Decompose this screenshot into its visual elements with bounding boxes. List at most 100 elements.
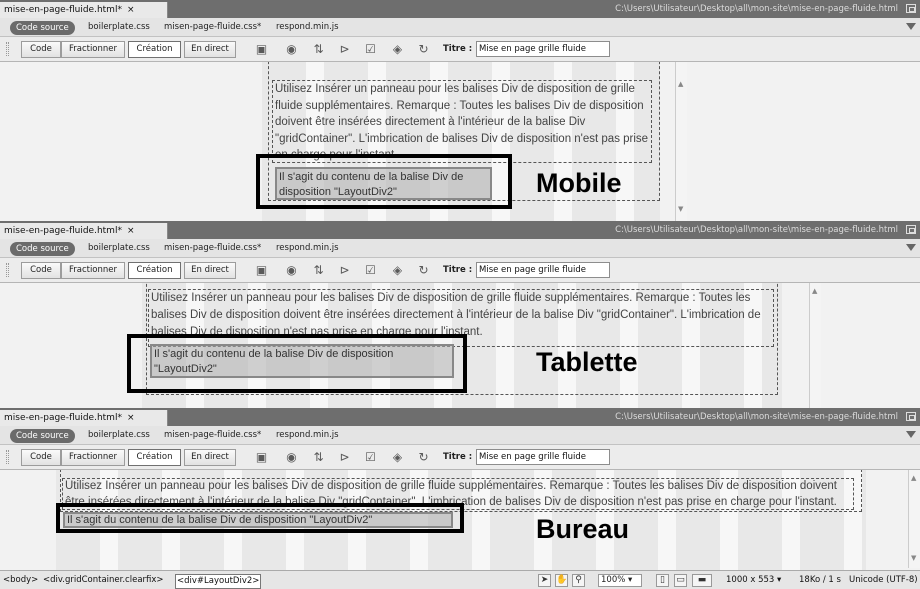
layout-div-1[interactable]: Utilisez Insérer un panneau pour les bal…	[272, 80, 652, 163]
live-view-icon[interactable]: ◉	[284, 263, 299, 278]
document-toolbar: Code Fractionner Création En direct ▣ ◉ …	[0, 37, 920, 62]
live-view-button[interactable]: En direct	[184, 449, 236, 466]
preview-icon[interactable]: ⊳	[337, 450, 352, 465]
file-management-icon[interactable]: ⇅	[311, 450, 326, 465]
tablet-size-icon[interactable]: ▭	[674, 574, 687, 587]
title-input[interactable]	[476, 262, 610, 278]
design-view-canvas[interactable]: Utilisez Insérer un panneau pour les bal…	[0, 283, 920, 408]
pointer-tool-icon[interactable]: ➤	[538, 574, 551, 587]
code-view-button[interactable]: Code	[21, 262, 61, 279]
encoding: Unicode (UTF-8)	[849, 575, 918, 585]
design-view-canvas[interactable]: Utilisez Insérer un panneau pour les bal…	[0, 470, 920, 578]
refresh-icon[interactable]: ↻	[416, 263, 431, 278]
split-view-button[interactable]: Fractionner	[61, 449, 125, 466]
related-file-boilerplate[interactable]: boilerplate.css	[88, 241, 150, 256]
file-management-icon[interactable]: ⇅	[311, 42, 326, 57]
zoom-tool-icon[interactable]: ⚲	[572, 574, 585, 587]
inspect-icon[interactable]: ▣	[254, 42, 269, 57]
scroll-up-icon[interactable]: ▲	[812, 287, 817, 295]
title-input[interactable]	[476, 41, 610, 57]
file-management-icon[interactable]: ⇅	[311, 263, 326, 278]
related-file-boilerplate[interactable]: boilerplate.css	[88, 428, 150, 443]
related-file-css[interactable]: misen-page-fluide.css*	[164, 20, 261, 35]
scroll-up-icon[interactable]: ▲	[911, 474, 916, 482]
live-view-button[interactable]: En direct	[184, 41, 236, 58]
validate-icon[interactable]: ☑	[363, 450, 378, 465]
code-view-button[interactable]: Code	[21, 41, 61, 58]
close-icon[interactable]: ×	[127, 5, 135, 15]
refresh-icon[interactable]: ↻	[416, 450, 431, 465]
filter-icon[interactable]	[906, 431, 916, 438]
file-path: C:\Users\Utilisateur\Desktop\all\mon-sit…	[615, 412, 898, 422]
source-code-button[interactable]: Code source	[10, 21, 75, 35]
vertical-scrollbar[interactable]: ▲	[809, 283, 821, 408]
visual-aids-icon[interactable]: ◈	[390, 42, 405, 57]
split-view-button[interactable]: Fractionner	[61, 262, 125, 279]
file-path: C:\Users\Utilisateur\Desktop\all\mon-sit…	[615, 225, 898, 235]
restore-window-icon[interactable]	[906, 4, 916, 13]
document-panel-mobile: mise-en-page-fluide.html* × C:\Users\Util…	[0, 0, 920, 221]
tag-selector-gridcontainer[interactable]: <div.gridContainer.clearfix>	[42, 574, 165, 587]
visual-aids-icon[interactable]: ◈	[390, 263, 405, 278]
document-tab-label: mise-en-page-fluide.html*	[4, 5, 122, 15]
validate-icon[interactable]: ☑	[363, 263, 378, 278]
hand-tool-icon[interactable]: ✋	[555, 574, 568, 587]
filter-icon[interactable]	[906, 23, 916, 30]
tag-selector-body[interactable]: <body>	[2, 574, 39, 587]
annotation-box	[56, 503, 464, 533]
annotation-label: Tablette	[536, 347, 638, 377]
title-input[interactable]	[476, 449, 610, 465]
design-view-canvas[interactable]: Utilisez Insérer un panneau pour les bal…	[0, 62, 920, 221]
document-tab[interactable]: mise-en-page-fluide.html* ×	[0, 410, 168, 426]
related-file-css[interactable]: misen-page-fluide.css*	[164, 241, 261, 256]
document-toolbar: Code Fractionner Création En direct ▣ ◉ …	[0, 258, 920, 283]
source-code-button[interactable]: Code source	[10, 429, 75, 443]
zoom-value: 100%	[601, 575, 626, 585]
related-file-respond[interactable]: respond.min.js	[276, 428, 339, 443]
live-view-button[interactable]: En direct	[184, 262, 236, 279]
related-file-boilerplate[interactable]: boilerplate.css	[88, 20, 150, 35]
scroll-up-icon[interactable]: ▲	[678, 80, 683, 88]
desktop-size-icon[interactable]: ▬	[692, 574, 712, 587]
document-tab-bar: mise-en-page-fluide.html* × C:\Users\Util…	[0, 0, 920, 18]
title-label: Titre :	[443, 265, 473, 275]
scroll-down-icon[interactable]: ▼	[911, 554, 916, 562]
refresh-icon[interactable]: ↻	[416, 42, 431, 57]
window-size[interactable]: 1000 x 553 ▾	[726, 574, 781, 587]
inspect-icon[interactable]: ▣	[254, 450, 269, 465]
document-panel-desktop: mise-en-page-fluide.html* × C:\Users\Util…	[0, 408, 920, 589]
validate-icon[interactable]: ☑	[363, 42, 378, 57]
source-code-button[interactable]: Code source	[10, 242, 75, 256]
design-view-button[interactable]: Création	[128, 41, 181, 58]
mobile-size-icon[interactable]: ▯	[656, 574, 669, 587]
design-view-button[interactable]: Création	[128, 262, 181, 279]
related-file-respond[interactable]: respond.min.js	[276, 20, 339, 35]
scroll-down-icon[interactable]: ▼	[678, 205, 683, 213]
inspect-icon[interactable]: ▣	[254, 263, 269, 278]
split-view-button[interactable]: Fractionner	[61, 41, 125, 58]
document-tab[interactable]: mise-en-page-fluide.html* ×	[0, 2, 168, 18]
close-icon[interactable]: ×	[127, 226, 135, 236]
live-view-icon[interactable]: ◉	[284, 450, 299, 465]
file-path: C:\Users\Utilisateur\Desktop\all\mon-sit…	[615, 4, 898, 14]
visual-aids-icon[interactable]: ◈	[390, 450, 405, 465]
live-view-icon[interactable]: ◉	[284, 42, 299, 57]
related-file-respond[interactable]: respond.min.js	[276, 241, 339, 256]
vertical-scrollbar[interactable]: ▲ ▼	[675, 62, 687, 221]
zoom-select[interactable]: 100% ▾	[598, 574, 642, 587]
restore-window-icon[interactable]	[906, 412, 916, 421]
annotation-box	[256, 154, 512, 209]
document-tab-label: mise-en-page-fluide.html*	[4, 413, 122, 423]
code-view-button[interactable]: Code	[21, 449, 61, 466]
filter-icon[interactable]	[906, 244, 916, 251]
restore-window-icon[interactable]	[906, 225, 916, 234]
vertical-scrollbar[interactable]: ▲ ▼	[908, 470, 920, 568]
preview-icon[interactable]: ⊳	[337, 42, 352, 57]
close-icon[interactable]: ×	[127, 413, 135, 423]
design-view-button[interactable]: Création	[128, 449, 181, 466]
document-tab[interactable]: mise-en-page-fluide.html* ×	[0, 223, 168, 239]
tag-selector-layoutdiv2[interactable]: <div#LayoutDiv2>	[175, 574, 262, 589]
related-file-css[interactable]: misen-page-fluide.css*	[164, 428, 261, 443]
status-bar: <body> <div.gridContainer.clearfix> <div…	[0, 570, 920, 589]
preview-icon[interactable]: ⊳	[337, 263, 352, 278]
